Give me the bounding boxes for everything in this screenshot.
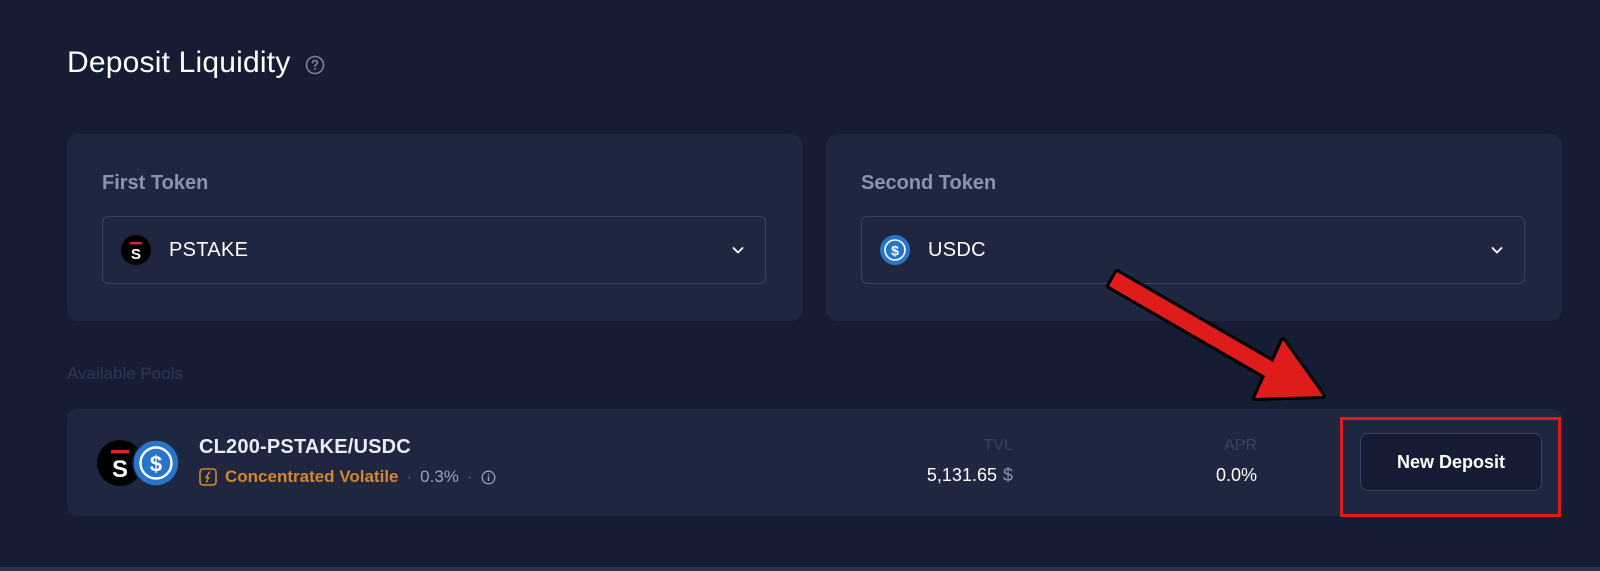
usdc-logo-icon: $ bbox=[132, 439, 180, 492]
question-circle-icon[interactable] bbox=[305, 55, 325, 75]
chevron-down-icon bbox=[1490, 243, 1504, 257]
second-token-select[interactable]: $ USDC bbox=[861, 216, 1525, 284]
pool-pair-logos: S $ bbox=[96, 439, 180, 487]
apr-label: APR bbox=[1224, 437, 1257, 454]
usdc-logo-icon: $ bbox=[880, 235, 910, 265]
second-token-value: USDC bbox=[928, 238, 986, 261]
second-token-card: Second Token $ USDC bbox=[826, 134, 1562, 321]
svg-text:S: S bbox=[112, 456, 128, 483]
new-deposit-button[interactable]: New Deposit bbox=[1360, 433, 1542, 491]
tvl-value: 5,131.65 $ bbox=[927, 465, 1013, 486]
deposit-liquidity-page: Deposit Liquidity First Token S PSTAKE S… bbox=[0, 0, 1600, 571]
second-token-label: Second Token bbox=[861, 172, 997, 194]
info-icon[interactable] bbox=[481, 470, 496, 485]
title-row: Deposit Liquidity bbox=[67, 46, 325, 80]
chevron-down-icon bbox=[731, 243, 745, 257]
tvl-currency: $ bbox=[1002, 465, 1013, 485]
svg-text:$: $ bbox=[891, 243, 899, 259]
tvl-amount: 5,131.65 bbox=[926, 465, 997, 485]
first-token-select[interactable]: S PSTAKE bbox=[102, 216, 766, 284]
page-title: Deposit Liquidity bbox=[67, 46, 291, 79]
first-token-value: PSTAKE bbox=[169, 238, 249, 261]
pool-name: CL200-PSTAKE/USDC bbox=[199, 436, 411, 458]
volatile-pool-icon bbox=[199, 468, 217, 486]
tvl-label: TVL bbox=[983, 437, 1013, 454]
first-token-card: First Token S PSTAKE bbox=[67, 134, 803, 321]
bottom-strip bbox=[0, 567, 1600, 571]
apr-value: 0.0% bbox=[1215, 465, 1257, 485]
pool-fee: 0.3% bbox=[420, 467, 459, 486]
available-pools-label: Available Pools bbox=[67, 364, 183, 383]
pool-meta: Concentrated Volatile · 0.3% · bbox=[199, 467, 496, 487]
separator-dot: · bbox=[406, 467, 413, 486]
svg-text:S: S bbox=[131, 246, 141, 263]
pstake-logo-icon: S bbox=[121, 235, 151, 265]
pool-row: S $ CL200-PSTAKE/USDC Concentrated Volat… bbox=[67, 409, 1563, 516]
separator-dot: · bbox=[466, 467, 473, 486]
pool-type: Concentrated Volatile bbox=[225, 467, 399, 486]
svg-text:$: $ bbox=[150, 452, 162, 477]
first-token-label: First Token bbox=[102, 172, 209, 194]
